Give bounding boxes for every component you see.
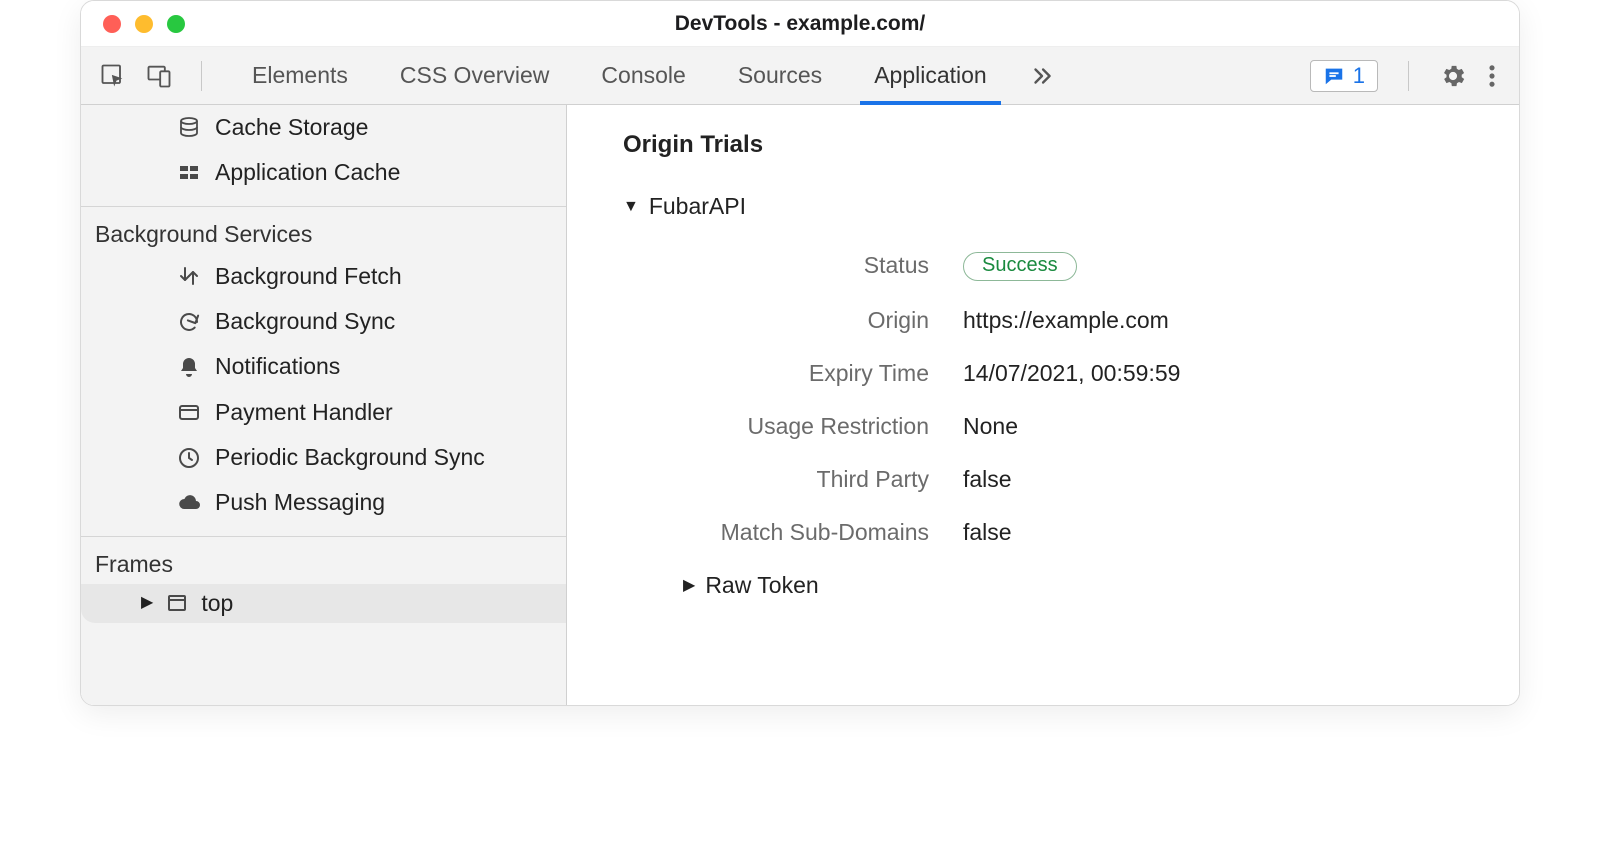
settings-gear-icon[interactable] xyxy=(1439,62,1467,90)
row-origin: Origin https://example.com xyxy=(623,307,1479,334)
label-third-party: Third Party xyxy=(623,466,963,493)
label-origin: Origin xyxy=(623,307,963,334)
message-icon xyxy=(1323,65,1345,87)
tab-application[interactable]: Application xyxy=(848,47,1013,104)
sidebar-item-background-fetch[interactable]: Background Fetch xyxy=(81,254,566,299)
tab-elements[interactable]: Elements xyxy=(226,47,374,104)
maximize-window-button[interactable] xyxy=(167,15,185,33)
toolbar-divider xyxy=(1408,61,1409,91)
row-status: Status Success xyxy=(623,250,1479,281)
value-origin: https://example.com xyxy=(963,307,1169,334)
minimize-window-button[interactable] xyxy=(135,15,153,33)
sidebar-section-background-services[interactable]: Background Services xyxy=(81,221,566,254)
sidebar-item-frame-top[interactable]: ▶ top xyxy=(81,584,566,623)
value-expiry: 14/07/2021, 00:59:59 xyxy=(963,360,1180,387)
tab-css-overview[interactable]: CSS Overview xyxy=(374,47,576,104)
row-expiry: Expiry Time 14/07/2021, 00:59:59 xyxy=(623,360,1479,387)
raw-token-expander[interactable]: ▶ Raw Token xyxy=(683,572,1479,599)
cloud-icon xyxy=(177,491,201,515)
trial-expander[interactable]: ▼ FubarAPI xyxy=(623,193,1479,220)
label-subdomains: Match Sub-Domains xyxy=(623,519,963,546)
label-usage: Usage Restriction xyxy=(623,413,963,440)
label-expiry: Expiry Time xyxy=(623,360,963,387)
tab-console[interactable]: Console xyxy=(575,47,711,104)
more-menu-icon[interactable] xyxy=(1487,62,1497,90)
database-icon xyxy=(177,116,201,140)
bell-icon xyxy=(177,355,201,379)
label-status: Status xyxy=(623,252,963,279)
trial-name: FubarAPI xyxy=(649,193,746,220)
inspect-element-icon[interactable] xyxy=(99,62,127,90)
sidebar-item-label: Application Cache xyxy=(215,156,400,189)
sidebar-item-label: top xyxy=(201,590,233,617)
window-controls xyxy=(81,15,185,33)
sidebar-item-payment-handler[interactable]: Payment Handler xyxy=(81,390,566,435)
sidebar-item-periodic-background-sync[interactable]: Periodic Background Sync xyxy=(81,435,566,480)
credit-card-icon xyxy=(177,400,201,424)
grid-icon xyxy=(177,161,201,185)
raw-token-label: Raw Token xyxy=(705,572,818,599)
sidebar-item-cache-storage[interactable]: Cache Storage xyxy=(81,105,566,150)
sidebar-divider xyxy=(81,206,566,207)
toolbar-divider xyxy=(201,61,202,91)
clock-icon xyxy=(177,446,201,470)
row-usage-restriction: Usage Restriction None xyxy=(623,413,1479,440)
origin-trials-panel: Origin Trials ▼ FubarAPI Status Success … xyxy=(567,105,1519,705)
value-third-party: false xyxy=(963,466,1012,493)
panel-title: Origin Trials xyxy=(623,131,1479,159)
sidebar-item-label: Background Fetch xyxy=(215,260,402,293)
expand-triangle-icon: ▶ xyxy=(683,578,695,594)
status-badge: Success xyxy=(963,252,1077,281)
chevron-double-right-icon xyxy=(1029,63,1055,89)
expand-triangle-icon[interactable]: ▶ xyxy=(141,595,153,611)
window-title: DevTools - example.com/ xyxy=(81,12,1519,36)
devtools-window: DevTools - example.com/ Elements CSS Ove… xyxy=(80,0,1520,706)
sidebar-item-notifications[interactable]: Notifications xyxy=(81,344,566,389)
sidebar-item-push-messaging[interactable]: Push Messaging xyxy=(81,480,566,525)
devtools-toolbar: Elements CSS Overview Console Sources Ap… xyxy=(81,47,1519,105)
issues-count: 1 xyxy=(1353,63,1365,89)
application-sidebar: Cache Storage Application Cache Backgrou… xyxy=(81,105,567,705)
collapse-triangle-icon: ▼ xyxy=(623,199,639,215)
value-usage: None xyxy=(963,413,1018,440)
sidebar-item-application-cache[interactable]: Application Cache xyxy=(81,150,566,195)
row-third-party: Third Party false xyxy=(623,466,1479,493)
sidebar-item-label: Push Messaging xyxy=(215,486,385,519)
sidebar-item-label: Payment Handler xyxy=(215,396,393,429)
sidebar-section-frames[interactable]: Frames xyxy=(81,551,566,584)
close-window-button[interactable] xyxy=(103,15,121,33)
frame-icon xyxy=(165,591,189,615)
sidebar-item-label: Notifications xyxy=(215,350,340,383)
sidebar-item-background-sync[interactable]: Background Sync xyxy=(81,299,566,344)
device-toolbar-icon[interactable] xyxy=(145,62,173,90)
sidebar-divider xyxy=(81,536,566,537)
titlebar: DevTools - example.com/ xyxy=(81,1,1519,47)
sidebar-item-label: Periodic Background Sync xyxy=(215,441,485,474)
sync-icon xyxy=(177,310,201,334)
tab-sources[interactable]: Sources xyxy=(712,47,848,104)
value-subdomains: false xyxy=(963,519,1012,546)
sidebar-item-label: Background Sync xyxy=(215,305,395,338)
fetch-arrows-icon xyxy=(177,264,201,288)
more-tabs-button[interactable] xyxy=(1013,47,1071,104)
issues-button[interactable]: 1 xyxy=(1310,60,1378,92)
sidebar-item-label: Cache Storage xyxy=(215,111,368,144)
row-match-subdomains: Match Sub-Domains false xyxy=(623,519,1479,546)
main-split: Cache Storage Application Cache Backgrou… xyxy=(81,105,1519,705)
